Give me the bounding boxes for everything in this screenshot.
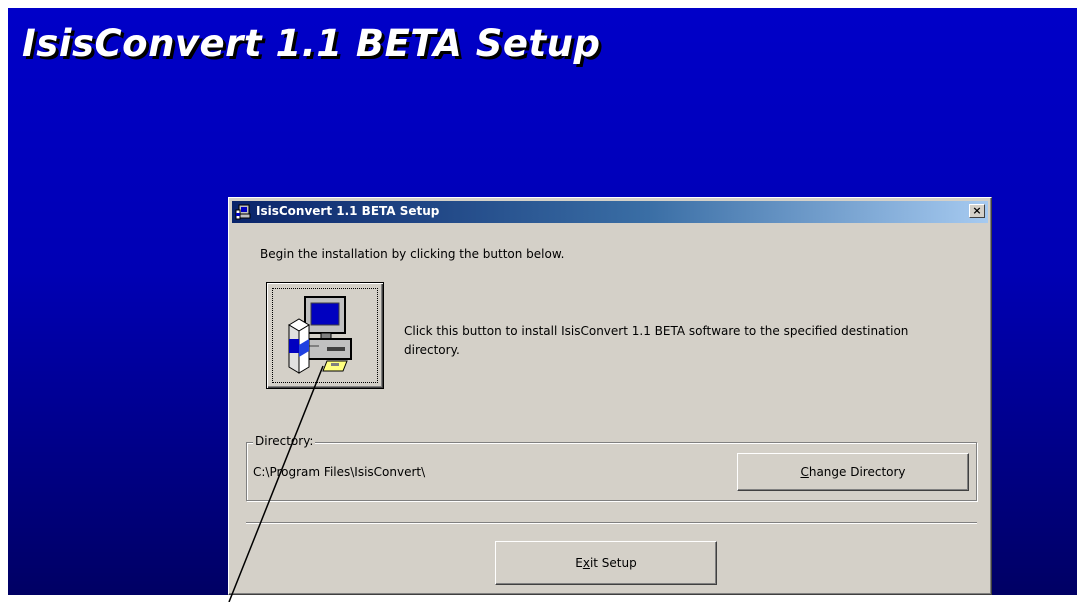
directory-groupbox: Directory: C:\Program Files\IsisConvert\… — [246, 434, 977, 501]
setup-dialog: IsisConvert 1.1 BETA Setup × Begin the i… — [228, 197, 992, 595]
exit-label-prefix: E — [575, 556, 583, 570]
directory-path: C:\Program Files\IsisConvert\ — [253, 465, 426, 479]
change-directory-button[interactable]: Change Directory — [737, 453, 969, 491]
setup-background: IsisConvert 1.1 BETA Setup IsisConvert 1… — [8, 8, 1077, 595]
install-button[interactable] — [266, 282, 384, 389]
exit-label: it Setup — [589, 556, 637, 570]
close-button[interactable]: × — [969, 204, 985, 218]
close-icon: × — [972, 204, 982, 217]
directory-legend: Directory: — [253, 434, 316, 448]
setup-app-icon — [235, 204, 251, 220]
install-description: Click this button to install IsisConvert… — [404, 324, 909, 357]
dialog-separator — [246, 522, 977, 524]
exit-setup-button[interactable]: Exit Setup — [495, 541, 717, 585]
exit-hotkey: x — [582, 556, 590, 570]
change-directory-hotkey: C — [800, 465, 809, 479]
dialog-titlebar[interactable]: IsisConvert 1.1 BETA Setup × — [232, 201, 988, 223]
setup-banner-title: IsisConvert 1.1 BETA Setup — [22, 22, 601, 65]
change-directory-label: hange Directory — [808, 465, 906, 479]
instruction-text: Begin the installation by clicking the b… — [260, 247, 565, 261]
dialog-title: IsisConvert 1.1 BETA Setup — [256, 204, 440, 218]
computer-setup-icon — [288, 296, 352, 374]
